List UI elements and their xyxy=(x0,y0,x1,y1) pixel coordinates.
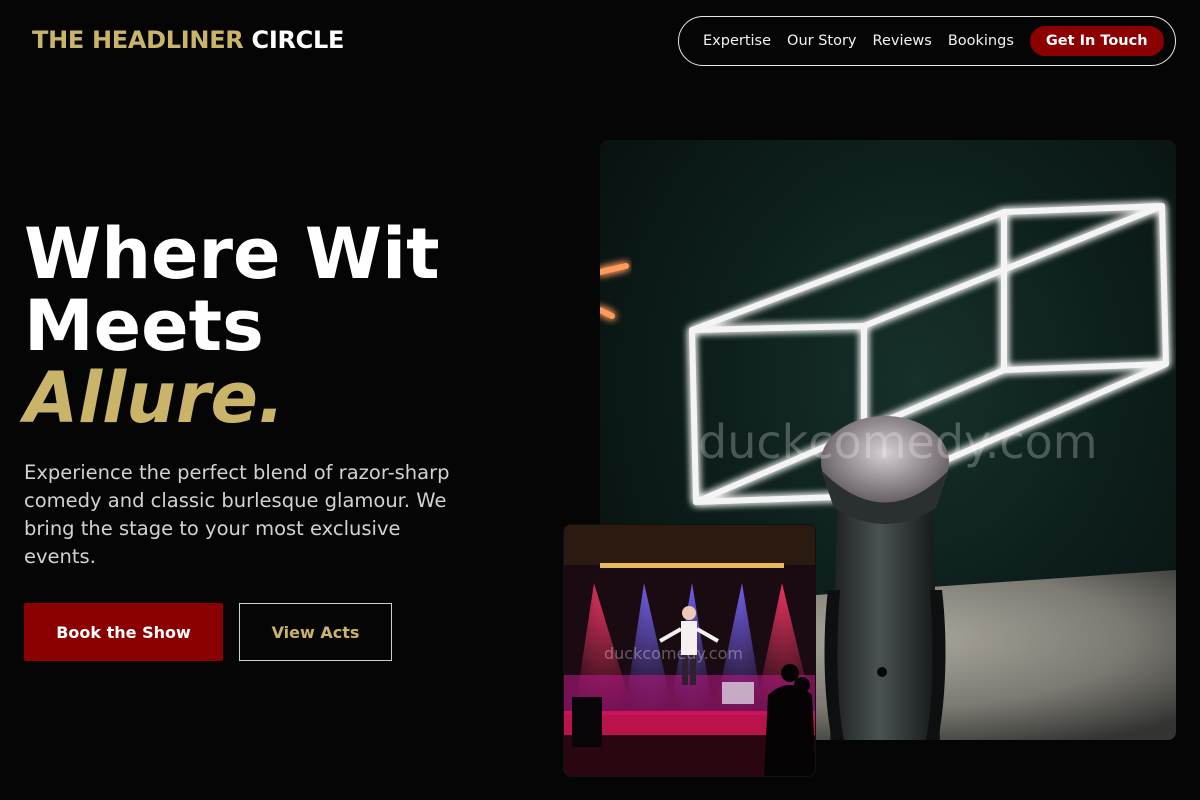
nav-link-bookings[interactable]: Bookings xyxy=(948,33,1014,49)
brand-logo[interactable]: THE HEADLINER CIRCLE xyxy=(32,26,344,54)
nav-link-expertise[interactable]: Expertise xyxy=(703,33,771,49)
headline-line-2: Meets xyxy=(24,285,264,367)
stage-illustration: duckcomedy.com xyxy=(564,525,815,776)
image-watermark: duckcomedy.com xyxy=(698,415,1098,469)
brand-name-part1: THE HEADLINER xyxy=(32,26,244,54)
book-show-button[interactable]: Book the Show xyxy=(24,603,223,661)
headline-line-1: Where Wit xyxy=(24,213,440,295)
brand-name-part2: CIRCLE xyxy=(251,26,345,54)
get-in-touch-button[interactable]: Get In Touch xyxy=(1029,26,1164,56)
stage-watermark: duckcomedy.com xyxy=(604,644,743,663)
view-acts-button[interactable]: View Acts xyxy=(239,603,392,661)
comedy-stage-photo: duckcomedy.com xyxy=(563,524,816,777)
main-nav: Expertise Our Story Reviews Bookings Get… xyxy=(678,16,1176,66)
hero-headline: Where Wit Meets Allure. xyxy=(24,218,440,434)
hero-subtitle: Experience the perfect blend of razor-sh… xyxy=(24,461,450,568)
headline-accent: Allure. xyxy=(24,357,285,439)
nav-link-our-story[interactable]: Our Story xyxy=(787,33,856,49)
nav-link-reviews[interactable]: Reviews xyxy=(873,33,932,49)
